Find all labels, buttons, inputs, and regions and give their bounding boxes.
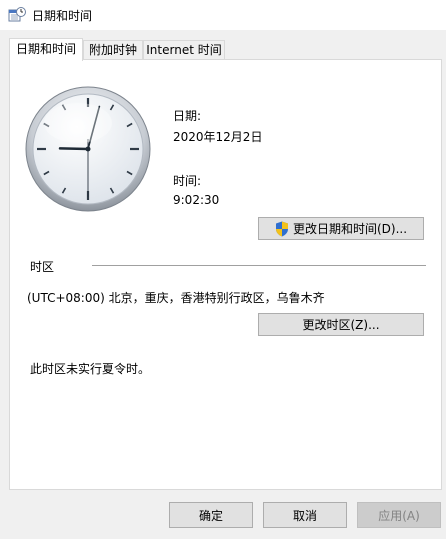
tab-panel: 日期: 2020年12月2日 时间: 9:02:30 更改日期和时间(D)...… bbox=[9, 59, 442, 490]
window-title: 日期和时间 bbox=[32, 9, 93, 23]
timezone-value: (UTC+08:00) 北京，重庆，香港特别行政区，乌鲁木齐 bbox=[27, 291, 325, 305]
uac-shield-icon bbox=[275, 221, 288, 236]
datetime-app-icon bbox=[8, 7, 26, 22]
tab-internet-time[interactable]: Internet 时间 bbox=[143, 40, 225, 60]
tab-additional-clocks[interactable]: 附加时钟 bbox=[83, 40, 143, 60]
clock-hour-hand bbox=[58, 147, 90, 151]
date-value: 2020年12月2日 bbox=[173, 130, 263, 144]
change-date-time-button[interactable]: 更改日期和时间(D)... bbox=[258, 217, 424, 240]
time-label: 时间: bbox=[173, 174, 202, 188]
ok-button[interactable]: 确定 bbox=[169, 502, 253, 528]
change-timezone-button[interactable]: 更改时区(Z)... bbox=[258, 313, 424, 336]
title-bar: 日期和时间 bbox=[0, 0, 446, 30]
date-label: 日期: bbox=[173, 109, 202, 123]
time-value: 9:02:30 bbox=[173, 193, 220, 207]
timezone-separator bbox=[92, 265, 426, 266]
dst-note: 此时区未实行夏令时。 bbox=[30, 362, 151, 376]
tab-date-time[interactable]: 日期和时间 bbox=[9, 38, 83, 61]
timezone-section-label: 时区 bbox=[30, 260, 55, 274]
change-date-time-label: 更改日期和时间(D)... bbox=[292, 222, 408, 236]
analog-clock bbox=[25, 86, 151, 212]
cancel-button[interactable]: 取消 bbox=[263, 502, 347, 528]
apply-button[interactable]: 应用(A) bbox=[357, 502, 441, 528]
